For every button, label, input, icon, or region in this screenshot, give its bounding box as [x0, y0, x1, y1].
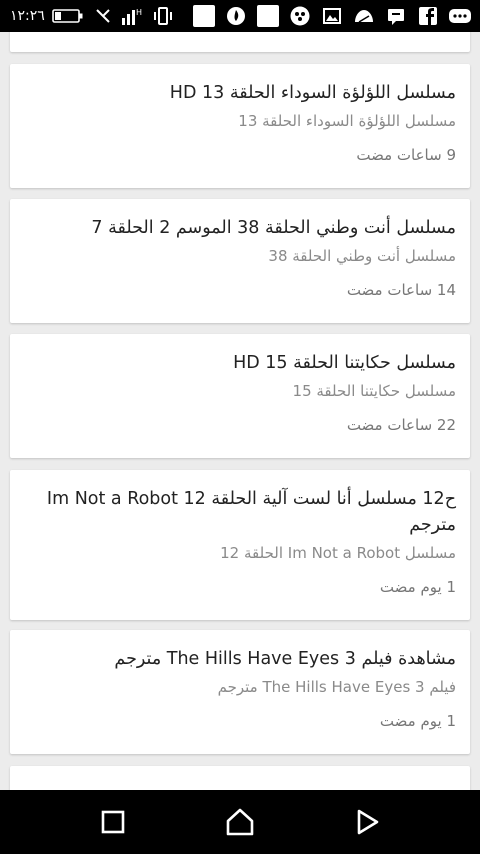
item-time: 14 ساعات مضت — [346, 281, 456, 299]
charging-icon — [91, 5, 115, 27]
status-right — [192, 5, 472, 27]
notification-icon — [256, 5, 280, 27]
dots-icon — [288, 5, 312, 27]
status-time: ١٢:٢٦ — [10, 8, 45, 24]
list-item[interactable]: مسلسل حكايتنا الحلقة 15 HD مسلسل حكايتنا… — [10, 334, 470, 458]
flame-icon — [224, 5, 248, 27]
item-title: مشاهدة فيلم The Hills Have Eyes 3 مترجم — [114, 649, 456, 669]
list-item[interactable]: مسلسل اللؤلؤة السوداء الحلقة 13 HD مسلسل… — [10, 64, 470, 188]
status-bar: ١٢:٢٦ H — [0, 0, 480, 32]
list-item[interactable]: مسلسل أنت وطني الحلقة 38 الموسم 2 الحلقة… — [10, 199, 470, 323]
notification-icon — [192, 5, 216, 27]
home-button[interactable] — [212, 794, 268, 850]
recents-icon — [102, 810, 125, 834]
navigation-bar — [0, 790, 480, 854]
facebook-icon — [416, 5, 440, 27]
vibrate-icon — [151, 5, 175, 27]
list-item[interactable] — [10, 32, 470, 52]
list-item[interactable] — [10, 766, 470, 790]
battery-icon — [51, 5, 85, 27]
item-subtitle: مسلسل اللؤلؤة السوداء الحلقة 13 — [238, 112, 456, 130]
item-title: ح12 مسلسل أنا لست آلية الحلقة 12 Im Not … — [46, 489, 456, 535]
item-time: 22 ساعات مضت — [346, 416, 456, 434]
item-title: مسلسل حكايتنا الحلقة 15 HD — [233, 353, 456, 373]
list-item[interactable]: ح12 مسلسل أنا لست آلية الحلقة 12 Im Not … — [10, 470, 470, 620]
list-item[interactable]: مشاهدة فيلم The Hills Have Eyes 3 مترجم … — [10, 630, 470, 754]
item-time: 1 يوم مضت — [379, 712, 456, 730]
item-title: مسلسل اللؤلؤة السوداء الحلقة 13 HD — [169, 83, 456, 103]
item-title: مسلسل أنت وطني الحلقة 38 الموسم 2 الحلقة… — [91, 218, 456, 238]
news-feed[interactable]: مسلسل اللؤلؤة السوداء الحلقة 13 HD مسلسل… — [0, 32, 480, 790]
item-subtitle: مسلسل أنت وطني الحلقة 38 — [268, 247, 456, 265]
cloud-icon — [352, 5, 376, 27]
back-icon — [357, 809, 378, 835]
signal-icon: H — [121, 5, 145, 27]
item-subtitle: فيلم The Hills Have Eyes 3 مترجم — [217, 678, 456, 696]
recents-button[interactable] — [85, 794, 141, 850]
item-subtitle: مسلسل Im Not a Robot الحلقة 12 — [220, 544, 456, 562]
chat-icon — [448, 5, 472, 27]
item-time: 9 ساعات مضت — [356, 146, 456, 164]
item-time: 1 يوم مضت — [379, 578, 456, 596]
item-subtitle: مسلسل حكايتنا الحلقة 15 — [292, 382, 456, 400]
svg-text:H: H — [136, 8, 142, 17]
home-icon — [226, 808, 254, 836]
image-icon — [320, 5, 344, 27]
status-left: ١٢:٢٦ H — [10, 5, 175, 27]
message-icon — [384, 5, 408, 27]
back-button[interactable] — [339, 794, 395, 850]
